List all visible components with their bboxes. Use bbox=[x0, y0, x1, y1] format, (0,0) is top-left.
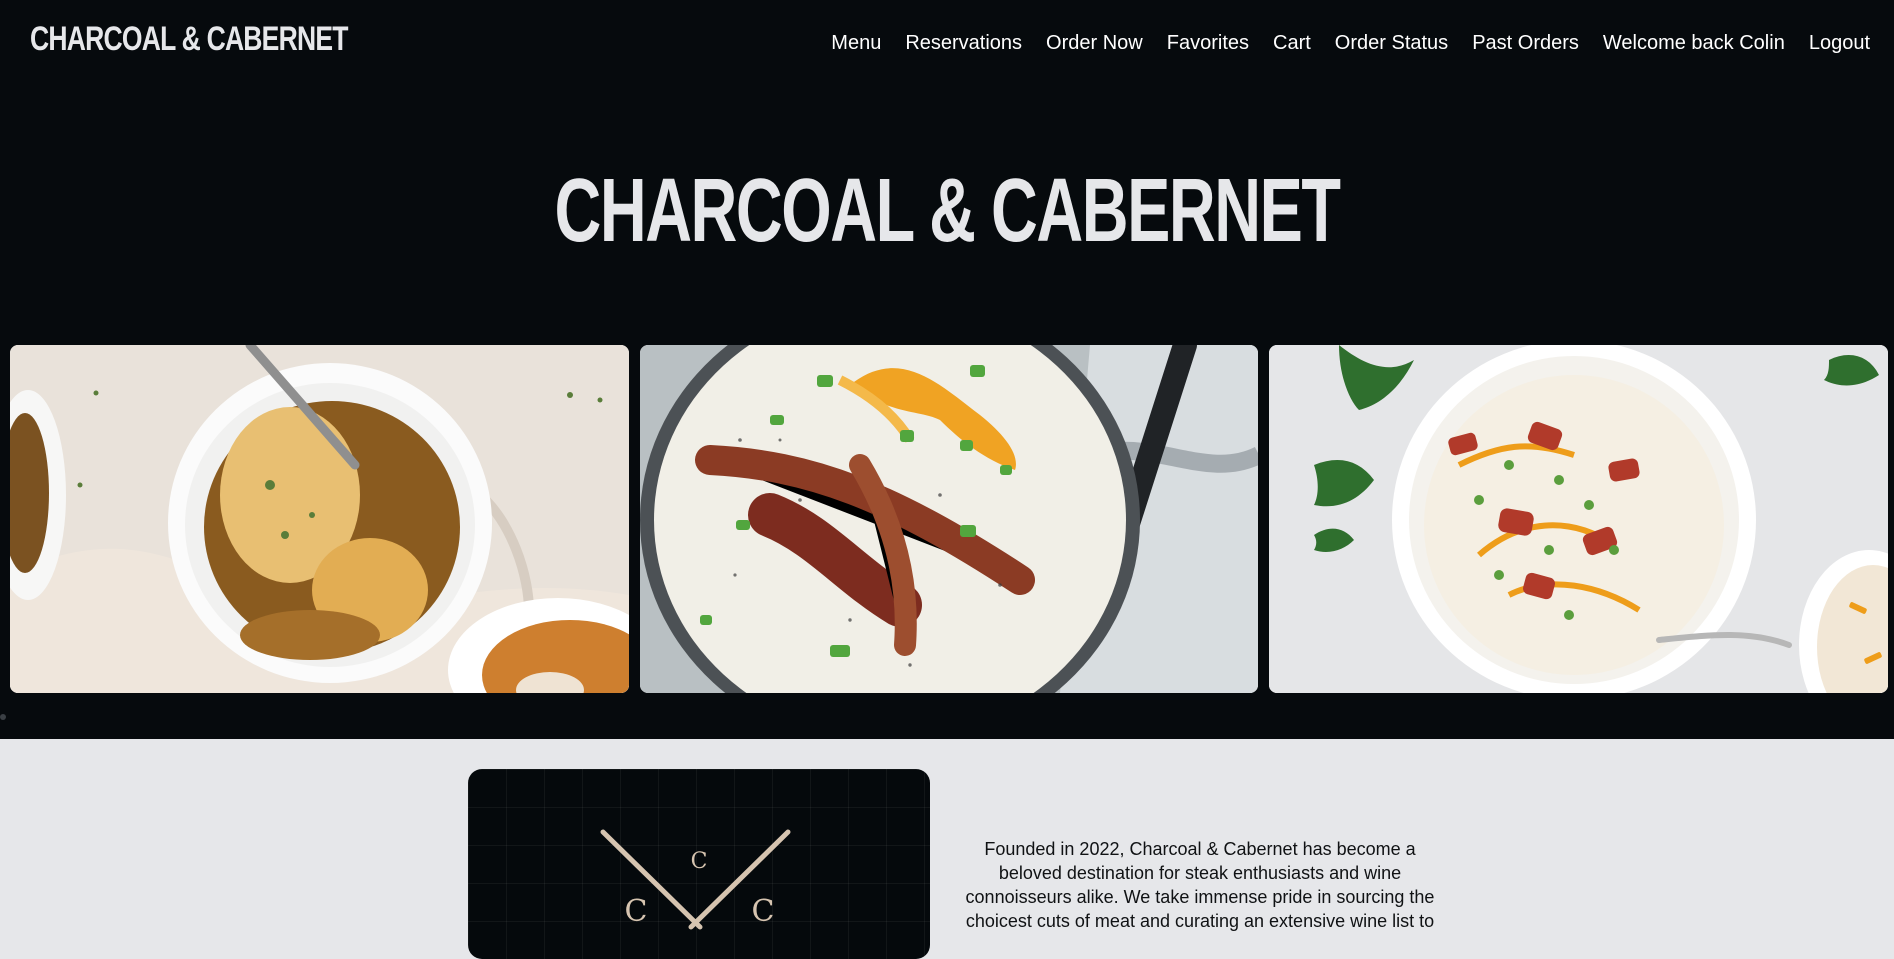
nav-reservations[interactable]: Reservations bbox=[905, 28, 1022, 58]
about-section: C C C Founded in 2022, Charcoal & Cabern… bbox=[0, 739, 1894, 959]
soup-bowl-illustration bbox=[10, 345, 629, 693]
logo-letter-top: C bbox=[691, 849, 708, 874]
about-description: Founded in 2022, Charcoal & Cabernet has… bbox=[965, 839, 1435, 931]
main-nav: Menu Reservations Order Now Favorites Ca… bbox=[831, 28, 1870, 58]
food-gallery bbox=[10, 345, 1889, 693]
nav-favorites[interactable]: Favorites bbox=[1167, 28, 1249, 58]
nav-order-now[interactable]: Order Now bbox=[1046, 28, 1143, 58]
pot-illustration bbox=[639, 345, 1259, 693]
restaurant-logo-card: C C C bbox=[468, 769, 930, 959]
hero-section: CHARCOAL & CABERNET Menu Reservations Or… bbox=[0, 0, 1894, 739]
food-image-loaded-potato-soup-pot[interactable] bbox=[639, 345, 1259, 693]
nav-menu[interactable]: Menu bbox=[831, 28, 881, 58]
crossed-utensils-icon: C C C bbox=[600, 829, 791, 930]
logo-letter-left: C bbox=[625, 894, 648, 929]
nav-welcome-user[interactable]: Welcome back Colin bbox=[1603, 28, 1785, 58]
brand-logo[interactable]: CHARCOAL & CABERNET bbox=[30, 20, 348, 59]
nav-cart[interactable]: Cart bbox=[1273, 28, 1311, 58]
food-image-loaded-potato-soup-bowl[interactable] bbox=[1269, 345, 1889, 693]
nav-order-status[interactable]: Order Status bbox=[1335, 28, 1448, 58]
hero-title: CHARCOAL & CABERNET bbox=[554, 161, 1340, 261]
carousel-indicator[interactable] bbox=[0, 714, 6, 720]
nav-past-orders[interactable]: Past Orders bbox=[1472, 28, 1579, 58]
nav-logout[interactable]: Logout bbox=[1809, 28, 1870, 58]
food-image-french-onion-soup[interactable] bbox=[10, 345, 629, 693]
bowl-illustration bbox=[1269, 345, 1889, 693]
logo-letter-right: C bbox=[752, 894, 775, 929]
